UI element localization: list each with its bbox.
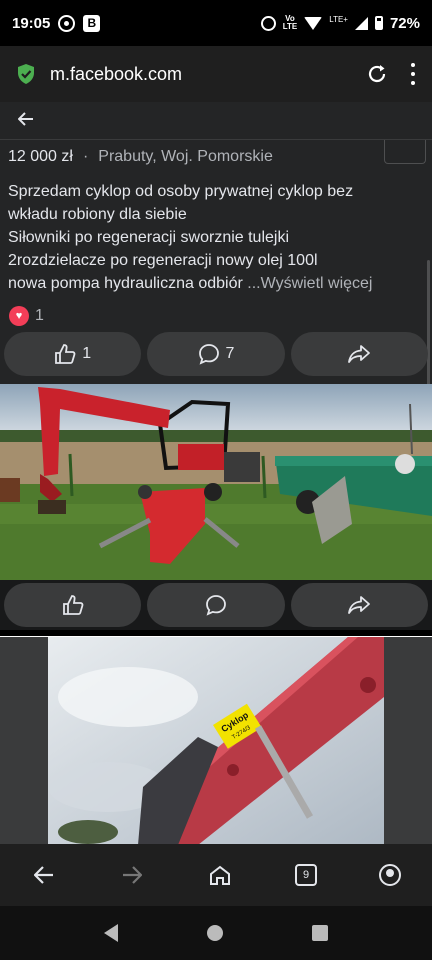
status-bar: 19:05 B Vo LTE LTE+ 72% (0, 0, 432, 46)
status-time: 19:05 (12, 14, 51, 32)
description-line: wkładu robiony dla siebie (8, 206, 187, 223)
battery-icon (374, 16, 383, 30)
separator-dot: · (82, 148, 89, 165)
battery-percentage: 72% (389, 14, 420, 32)
price: 12 000 zł (8, 148, 73, 165)
url-text[interactable]: m.facebook.com (50, 64, 182, 85)
reaction-count: 1 (35, 307, 44, 324)
post-photo-2[interactable]: Cyklop T-274/3 (48, 637, 384, 844)
share-outline-icon[interactable] (384, 140, 426, 164)
reload-icon[interactable] (366, 63, 388, 85)
description-line: 2rozdzielacze po regeneracji nowy olej 1… (8, 252, 318, 269)
heart-reaction-icon: ♥ (9, 306, 29, 326)
shield-check-icon[interactable] (16, 63, 36, 85)
nav-home-icon[interactable] (206, 925, 223, 941)
description-line: Siłowniki po regeneracji sworznie tulejk… (8, 229, 290, 246)
photo-share-button[interactable] (290, 583, 428, 627)
kebab-menu-icon[interactable] (410, 63, 416, 85)
b-app-notification-icon: B (83, 14, 101, 32)
share-arrow-icon (348, 345, 371, 363)
browser-back-icon[interactable] (31, 862, 57, 888)
android-navigation-bar (0, 906, 432, 960)
thumbs-up-icon (62, 595, 84, 615)
comment-bubble-icon (206, 595, 226, 616)
volte-indicator: Vo LTE (282, 14, 298, 31)
reactions-summary[interactable]: ♥ 1 (9, 306, 44, 326)
browser-forward-icon[interactable] (119, 862, 145, 888)
comment-button[interactable]: 7 (147, 332, 285, 376)
arrow-left-icon[interactable] (17, 110, 34, 131)
nav-recents-icon[interactable] (311, 925, 328, 941)
photo-like-button[interactable] (4, 583, 142, 627)
comment-count: 7 (225, 345, 235, 362)
browser-url-bar: m.facebook.com (0, 46, 432, 102)
marketplace-post: 12 000 zł · Prabuty, Woj. Pomorskie Sprz… (0, 140, 432, 400)
post-description: Sprzedam cyklop od osoby prywatnej cyklo… (8, 180, 424, 295)
location: Prabuty, Woj. Pomorskie (98, 148, 273, 165)
tabs-icon[interactable]: 9 (295, 864, 317, 886)
post-photo-1[interactable] (0, 384, 432, 580)
alarm-icon (260, 15, 276, 31)
post-action-row: 1 7 (4, 332, 428, 376)
share-button[interactable] (290, 332, 428, 376)
post-photo-2-frame: Cyklop T-274/3 (0, 636, 432, 844)
see-more-link[interactable]: ...Wyświetl więcej (247, 275, 372, 292)
like-count: 1 (82, 345, 92, 362)
wifi-icon (304, 16, 323, 30)
signal-icon (354, 16, 368, 30)
like-button[interactable]: 1 (4, 332, 142, 376)
photo-comment-button[interactable] (147, 583, 285, 627)
nav-back-icon[interactable] (104, 924, 119, 942)
comment-bubble-icon (198, 344, 219, 365)
facebook-header (0, 102, 432, 140)
description-line: Sprzedam cyklop od osoby prywatnej cyklo… (8, 183, 354, 200)
home-icon[interactable] (207, 862, 233, 888)
whatsapp-notification-icon (58, 14, 76, 32)
lte-indicator: LTE+ (329, 14, 348, 24)
share-arrow-icon (348, 596, 371, 614)
thumbs-up-icon (55, 344, 76, 364)
price-location-row: 12 000 zł · Prabuty, Woj. Pomorskie (8, 148, 273, 166)
account-icon[interactable] (379, 864, 401, 886)
scrollbar[interactable] (427, 260, 430, 400)
description-line: nowa pompa hydrauliczna odbiór ...Wyświe… (8, 275, 373, 292)
browser-bottom-bar: 9 (0, 844, 432, 906)
photo-action-strip (0, 580, 432, 630)
photo-action-row (4, 583, 428, 627)
